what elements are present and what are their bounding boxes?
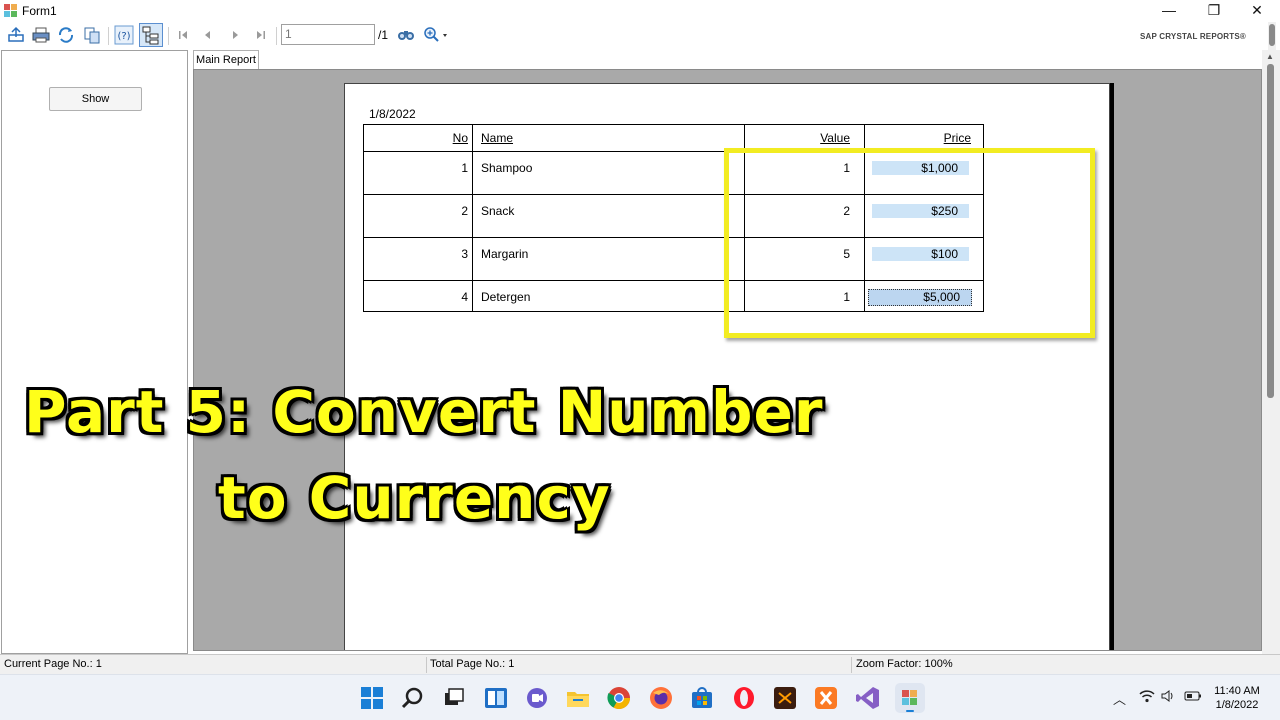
snap-layouts-icon[interactable]: [483, 685, 509, 711]
scrollbar-thumb[interactable]: [1267, 64, 1274, 398]
group-tree-icon[interactable]: [139, 23, 163, 47]
minimize-button[interactable]: —: [1149, 0, 1189, 22]
header-value: Value: [820, 131, 850, 145]
title-bar: Form1 — ❐ ✕: [0, 0, 1280, 22]
column-divider: [472, 125, 473, 311]
previous-page-icon[interactable]: [198, 25, 218, 45]
status-zoom: Zoom Factor: 100%: [856, 658, 953, 670]
clock-date: 1/8/2022: [1215, 699, 1259, 711]
windows-start-icon[interactable]: [359, 685, 385, 711]
zoom-icon[interactable]: [422, 25, 450, 45]
chrome-icon[interactable]: [606, 685, 632, 711]
chat-icon[interactable]: [524, 685, 550, 711]
report-toolbar: (?) 1 /1 SAP CRYSTAL REPORTS®: [0, 22, 1280, 50]
system-clock[interactable]: 11:40 AM 1/8/2022: [1204, 684, 1270, 712]
show-button[interactable]: Show: [49, 87, 142, 111]
header-name: Name: [481, 131, 514, 145]
opera-icon[interactable]: [731, 685, 757, 711]
header-price: Price: [943, 131, 971, 145]
status-total-page: Total Page No.: 1: [430, 658, 515, 670]
brand-label: SAP CRYSTAL REPORTS®: [1139, 32, 1246, 41]
store-icon[interactable]: [689, 685, 715, 711]
tab-main-report[interactable]: Main Report: [193, 50, 259, 69]
svg-text:(?): (?): [117, 31, 130, 42]
cell-name: Margarin: [481, 247, 529, 261]
firefox-icon[interactable]: [648, 685, 674, 711]
status-separator: [851, 657, 852, 673]
clock-time: 11:40 AM: [1214, 685, 1260, 697]
refresh-icon[interactable]: [56, 25, 76, 45]
form-app-icon[interactable]: [895, 683, 925, 713]
photoshop-icon[interactable]: [772, 685, 798, 711]
cell-name: Shampoo: [481, 161, 533, 175]
app-icon: [4, 4, 17, 17]
cell-no: 4: [461, 290, 468, 304]
toolbar-separator: [168, 27, 169, 45]
find-icon[interactable]: [396, 25, 416, 45]
task-view-icon[interactable]: [441, 685, 467, 711]
scroll-up-icon[interactable]: ▲: [1266, 52, 1274, 61]
copy-icon[interactable]: [82, 25, 102, 45]
toolbar-separator: [276, 27, 277, 45]
highlight-box: [724, 148, 1095, 338]
search-icon[interactable]: [400, 685, 426, 711]
cell-no: 1: [461, 161, 468, 175]
xampp-icon[interactable]: [813, 685, 839, 711]
page-total-label: /1: [378, 28, 389, 42]
overlay-title-line1: Part 5: Convert Number: [24, 378, 824, 446]
cell-no: 2: [461, 204, 468, 218]
taskbar: ︿ 11:40 AM 1/8/2022: [0, 674, 1280, 720]
close-button[interactable]: ✕: [1237, 0, 1277, 22]
vertical-scrollbar[interactable]: ▲: [1262, 50, 1280, 654]
wifi-icon[interactable]: [1139, 689, 1155, 703]
window-title: Form1: [22, 4, 57, 18]
cell-no: 3: [461, 247, 468, 261]
last-page-icon[interactable]: [251, 25, 271, 45]
status-bar: Current Page No.: 1 Total Page No.: 1 Zo…: [0, 654, 1280, 674]
toolbar-scroll-indicator: [1268, 22, 1276, 50]
report-date: 1/8/2022: [369, 107, 416, 121]
header-no: No: [452, 131, 468, 145]
export-icon[interactable]: [6, 25, 26, 45]
cell-name: Snack: [481, 204, 515, 218]
file-explorer-icon[interactable]: [565, 685, 591, 711]
page-number-input[interactable]: 1: [281, 24, 375, 45]
overlay-title-line2: to Currency: [218, 464, 611, 532]
status-separator: [426, 657, 427, 673]
print-icon[interactable]: [31, 25, 51, 45]
group-tree-panel: Show: [1, 50, 188, 654]
volume-icon[interactable]: [1161, 689, 1177, 703]
status-current-page: Current Page No.: 1: [4, 658, 102, 670]
help-icon[interactable]: (?): [114, 25, 134, 45]
restore-button[interactable]: ❐: [1194, 0, 1234, 22]
toolbar-separator: [108, 27, 109, 45]
next-page-icon[interactable]: [225, 25, 245, 45]
cell-name: Detergen: [481, 290, 531, 304]
chevron-up-icon[interactable]: ︿: [1113, 689, 1126, 708]
battery-icon[interactable]: [1184, 689, 1202, 703]
visual-studio-icon[interactable]: [855, 685, 881, 711]
first-page-icon[interactable]: [173, 25, 193, 45]
